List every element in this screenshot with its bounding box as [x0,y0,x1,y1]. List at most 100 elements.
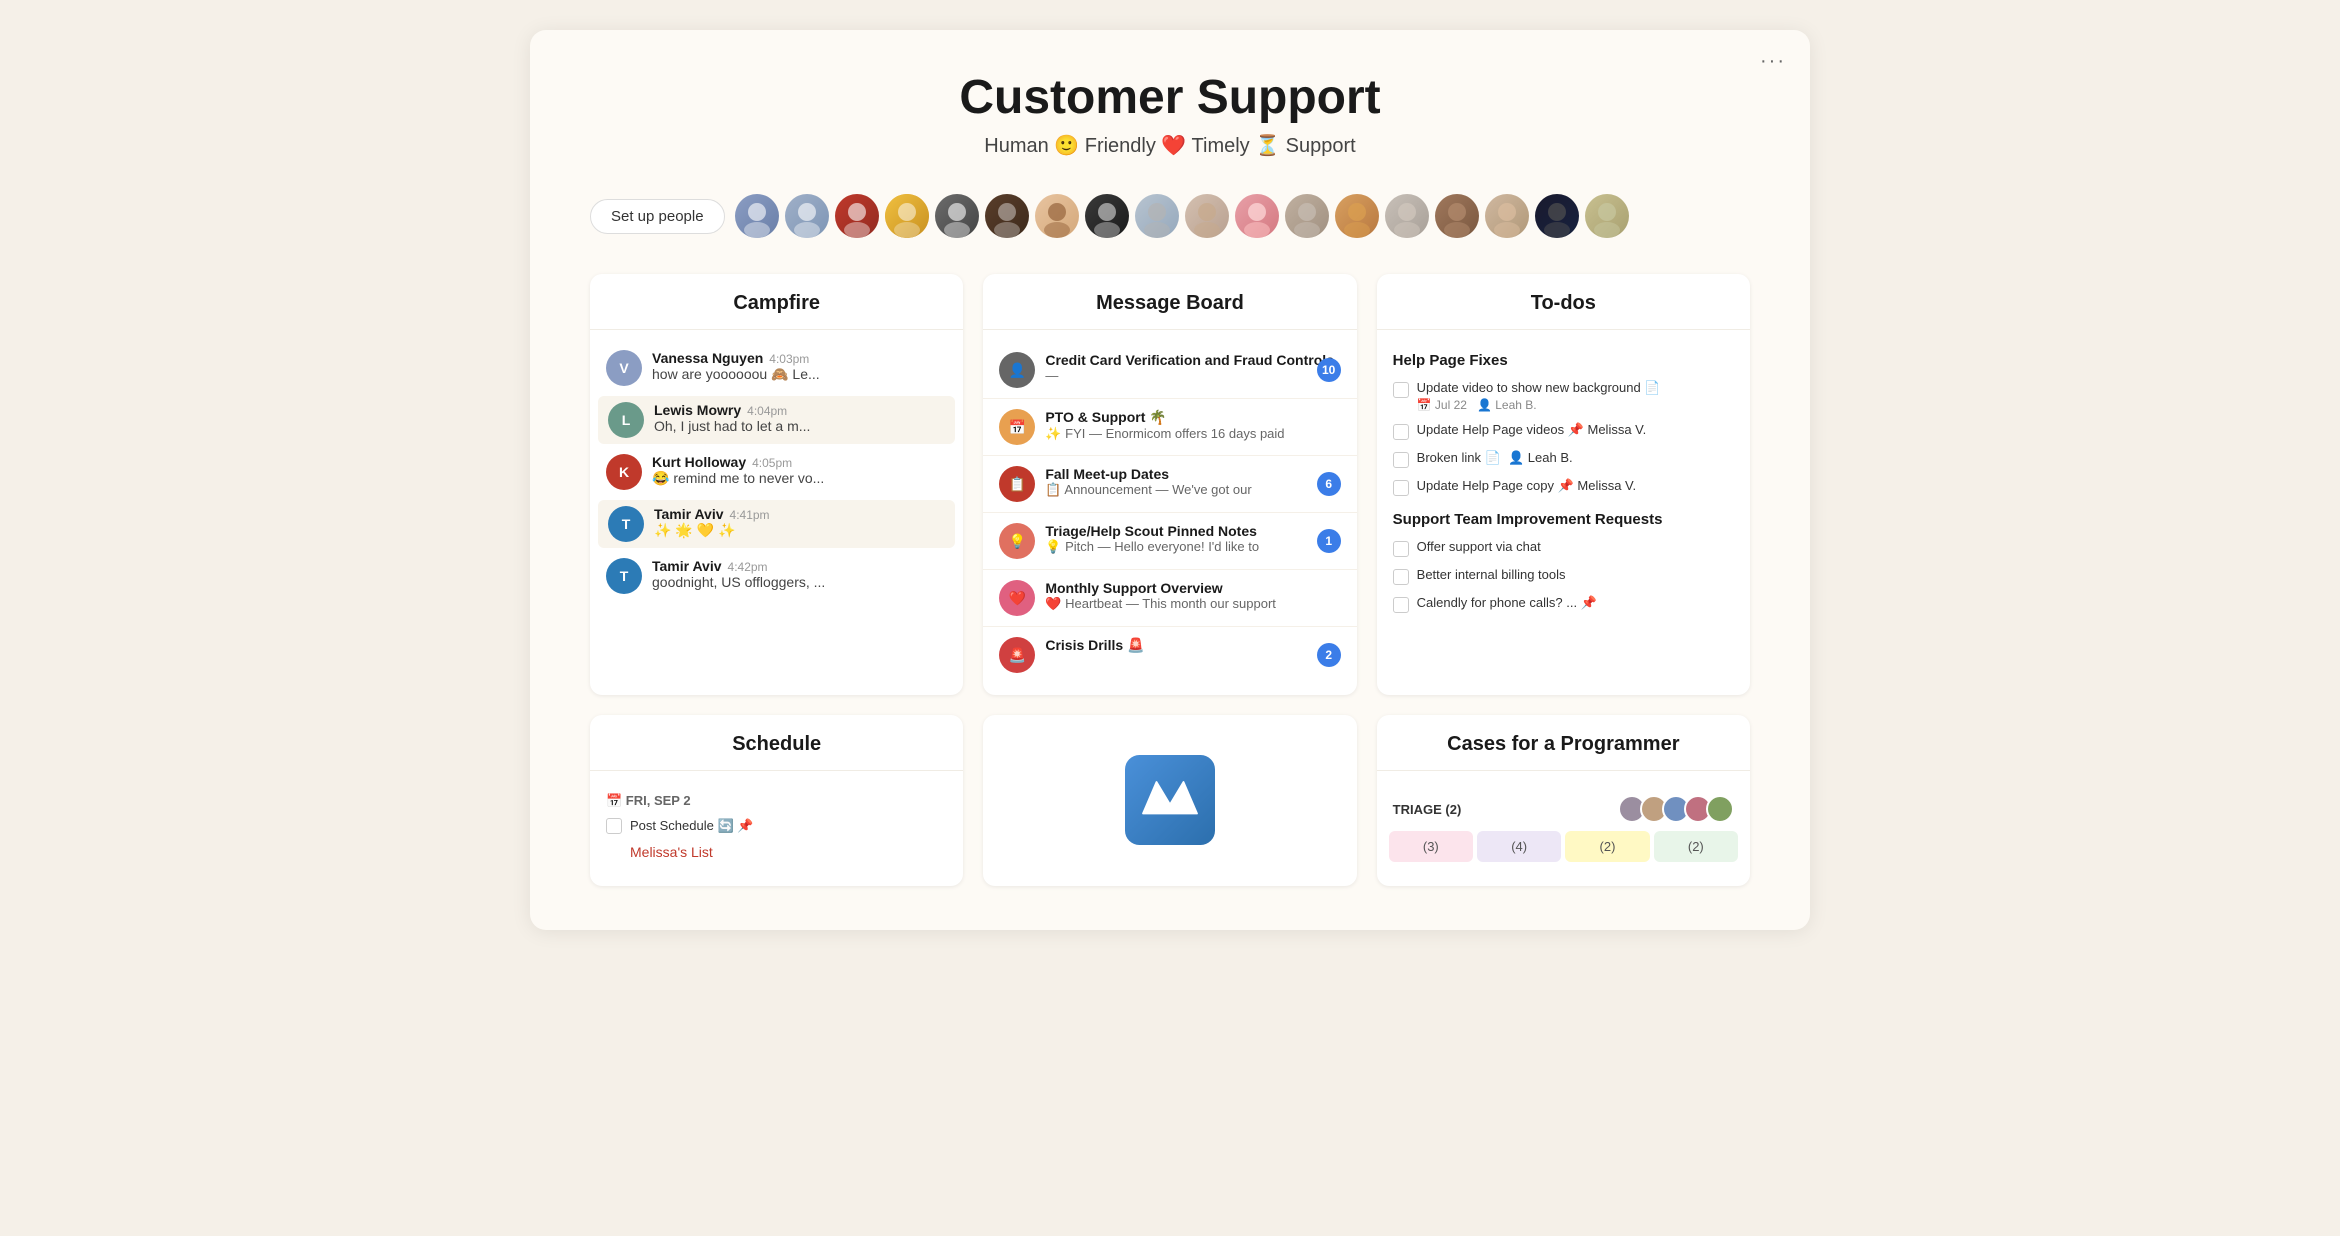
message-item[interactable]: 👤 Credit Card Verification and Fraud Con… [983,342,1356,399]
todo-checkbox[interactable] [1393,480,1409,496]
todo-text: Update video to show new background 📄 [1417,380,1661,396]
main-container: ··· Customer Support Human 🙂 Friendly ❤️… [530,30,1810,930]
todo-text: Calendly for phone calls? ... 📌 [1417,595,1597,611]
page-title: Customer Support [590,70,1750,125]
todo-checkbox[interactable] [1393,382,1409,398]
message-title: Fall Meet-up Dates [1045,466,1340,482]
avatar[interactable] [1185,194,1229,238]
chat-message[interactable]: L Lewis Mowry 4:04pm Oh, I just had to l… [598,396,955,444]
avatar[interactable] [1335,194,1379,238]
main-grid: Campfire V Vanessa Nguyen 4:03pm how are… [590,274,1750,886]
avatar[interactable] [885,194,929,238]
message-board-card: Message Board 👤 Credit Card Verification… [983,274,1356,695]
message-sub: ✨ FYI — Enormicom offers 16 days paid [1045,426,1340,442]
chat-message[interactable]: T Tamir Aviv 4:42pm goodnight, US offlog… [590,550,963,602]
avatar[interactable] [1235,194,1279,238]
chat-text: goodnight, US offloggers, ... [652,574,947,590]
cases-col-green[interactable]: (2) [1654,831,1738,862]
cases-col-purple[interactable]: (4) [1477,831,1561,862]
people-row: Set up people [590,194,1750,238]
todos-card: To-dos Help Page Fixes Update video to s… [1377,274,1750,695]
campfire-card: Campfire V Vanessa Nguyen 4:03pm how are… [590,274,963,695]
logo-area [983,715,1356,885]
cases-col-yellow[interactable]: (2) [1565,831,1649,862]
message-item[interactable]: 📋 Fall Meet-up Dates 📋 Announcement — We… [983,456,1356,513]
message-title: PTO & Support 🌴 [1045,409,1340,426]
avatar[interactable] [985,194,1029,238]
todo-text: Better internal billing tools [1417,567,1566,582]
schedule-title: Schedule [590,715,963,771]
avatar[interactable] [1435,194,1479,238]
message-item[interactable]: 🚨 Crisis Drills 🚨 2 [983,627,1356,683]
todo-text: Broken link 📄 👤 Leah B. [1417,450,1573,466]
message-board-content: 👤 Credit Card Verification and Fraud Con… [983,330,1356,695]
page-header: Customer Support Human 🙂 Friendly ❤️ Tim… [590,70,1750,158]
center-bottom-card [983,715,1356,886]
chat-text: Oh, I just had to let a m... [654,418,945,434]
todo-checkbox[interactable] [1393,452,1409,468]
message-badge: 2 [1317,643,1341,667]
todos-content: Help Page Fixes Update video to show new… [1377,330,1750,630]
chat-time: 4:03pm [769,352,809,366]
avatar[interactable] [835,194,879,238]
set-up-people-button[interactable]: Set up people [590,199,725,234]
avatar[interactable] [1585,194,1629,238]
chat-message[interactable]: V Vanessa Nguyen 4:03pm how are yoooooou… [590,342,963,394]
cases-col-pink[interactable]: (3) [1389,831,1473,862]
cases-content: TRIAGE (2) (3) (4) (2) (2) [1377,771,1750,886]
page-subtitle: Human 🙂 Friendly ❤️ Timely ⏳ Support [590,133,1750,158]
todo-checkbox[interactable] [1393,597,1409,613]
avatar[interactable] [1285,194,1329,238]
message-badge: 6 [1317,472,1341,496]
schedule-checkbox[interactable] [606,818,622,834]
avatar[interactable] [1485,194,1529,238]
schedule-link[interactable]: Melissa's List [630,844,713,860]
todo-item: Calendly for phone calls? ... 📌 [1377,590,1750,618]
todo-item: Broken link 📄 👤 Leah B. [1377,445,1750,473]
more-options-button[interactable]: ··· [1760,50,1786,73]
message-item[interactable]: ❤️ Monthly Support Overview ❤️ Heartbeat… [983,570,1356,627]
message-item[interactable]: 💡 Triage/Help Scout Pinned Notes 💡 Pitch… [983,513,1356,570]
avatar[interactable] [785,194,829,238]
chat-text: how are yoooooou 🙈 Le... [652,366,947,383]
chat-avatar: T [608,506,644,542]
todo-checkbox[interactable] [1393,424,1409,440]
message-avatar: 📋 [999,466,1035,502]
message-sub: ❤️ Heartbeat — This month our support [1045,596,1340,612]
chat-avatar: T [606,558,642,594]
cases-triage-header: TRIAGE (2) [1377,783,1750,831]
message-title: Triage/Help Scout Pinned Notes [1045,523,1340,539]
avatar[interactable] [1135,194,1179,238]
message-item[interactable]: 📅 PTO & Support 🌴 ✨ FYI — Enormicom offe… [983,399,1356,456]
avatar[interactable] [735,194,779,238]
chat-message[interactable]: T Tamir Aviv 4:41pm ✨ 🌟 💛 ✨ [598,500,955,548]
message-sub: 💡 Pitch — Hello everyone! I'd like to [1045,539,1340,555]
avatar[interactable] [1535,194,1579,238]
chat-avatar: V [606,350,642,386]
avatar[interactable] [1385,194,1429,238]
cases-card: Cases for a Programmer TRIAGE (2) (3) (4… [1377,715,1750,886]
todo-checkbox[interactable] [1393,569,1409,585]
message-board-title: Message Board [983,274,1356,330]
chat-name: Vanessa Nguyen [652,350,763,366]
todo-item: Update video to show new background 📄 📅 … [1377,375,1750,417]
schedule-item: Post Schedule 🔄 📌 [590,813,963,839]
todo-section-title: Help Page Fixes [1377,342,1750,375]
chat-name: Kurt Holloway [652,454,746,470]
avatar[interactable] [1035,194,1079,238]
todo-item: Update Help Page videos 📌 Melissa V. [1377,417,1750,445]
chat-message[interactable]: K Kurt Holloway 4:05pm 😂 remind me to ne… [590,446,963,498]
chat-time: 4:41pm [730,508,770,522]
avatar[interactable] [1085,194,1129,238]
message-title: Monthly Support Overview [1045,580,1340,596]
message-title: Crisis Drills 🚨 [1045,637,1340,654]
todo-text: Update Help Page copy 📌 Melissa V. [1417,478,1637,494]
chat-time: 4:05pm [752,456,792,470]
todo-section-title: Support Team Improvement Requests [1377,501,1750,534]
todo-text: Update Help Page videos 📌 Melissa V. [1417,422,1647,438]
chat-time: 4:04pm [747,404,787,418]
todo-checkbox[interactable] [1393,541,1409,557]
schedule-item[interactable]: Melissa's List [590,839,963,865]
avatar[interactable] [935,194,979,238]
chat-name: Lewis Mowry [654,402,741,418]
